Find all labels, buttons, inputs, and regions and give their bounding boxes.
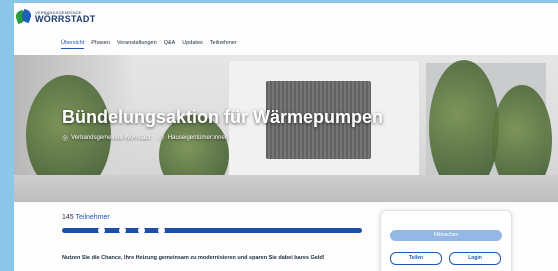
progress-step xyxy=(158,227,165,234)
logo[interactable]: VERBANDSGEMEINDE WÖRRSTADT xyxy=(14,8,96,25)
tab-updates[interactable]: Updates xyxy=(182,40,203,49)
tab-qa[interactable]: Q&A xyxy=(164,40,176,49)
main-nav: Übersicht Phasen Veranstaltungen Q&A Upd… xyxy=(61,40,244,49)
participant-count: 145 Teilnehmer xyxy=(62,214,110,221)
participant-number: 145 xyxy=(62,214,74,221)
progress-step xyxy=(138,227,145,234)
action-card: Mitmachen Teilen Login xyxy=(380,210,512,271)
intro-text: Nutzen Sie die Chance, Ihre Heizung geme… xyxy=(62,255,325,261)
login-button[interactable]: Login xyxy=(449,252,501,265)
progress-bar xyxy=(62,227,362,234)
app-window: VERBANDSGEMEINDE WÖRRSTADT Übersicht Pha… xyxy=(14,3,558,271)
hero-meta: ◎ Verbandsgemeinde Wörrstadt ⚇ Hauseigen… xyxy=(62,134,228,142)
share-button[interactable]: Teilen xyxy=(390,252,442,265)
tab-events[interactable]: Veranstaltungen xyxy=(117,40,157,49)
tab-overview[interactable]: Übersicht xyxy=(61,40,85,49)
logo-icon xyxy=(14,8,33,25)
logo-title: WÖRRSTADT xyxy=(35,13,96,24)
participant-label: Teilnehmer xyxy=(75,214,110,221)
progress-step xyxy=(119,227,126,234)
hero-ground xyxy=(14,175,558,202)
hero-banner xyxy=(14,55,558,202)
tab-phases[interactable]: Phasen xyxy=(91,40,110,49)
people-icon: ⚇ xyxy=(158,135,165,142)
page-title: Bündelungsaktion für Wärmepumpen xyxy=(62,107,384,127)
progress-step xyxy=(98,227,105,234)
location-label: Verbandsgemeinde Wörrstadt xyxy=(71,135,151,141)
tab-participants[interactable]: Teilnehmer xyxy=(210,40,237,49)
location-pin-icon: ◎ xyxy=(62,135,69,142)
join-button[interactable]: Mitmachen xyxy=(390,230,502,241)
audience-label: Hauseigentümer:innen xyxy=(167,135,229,141)
